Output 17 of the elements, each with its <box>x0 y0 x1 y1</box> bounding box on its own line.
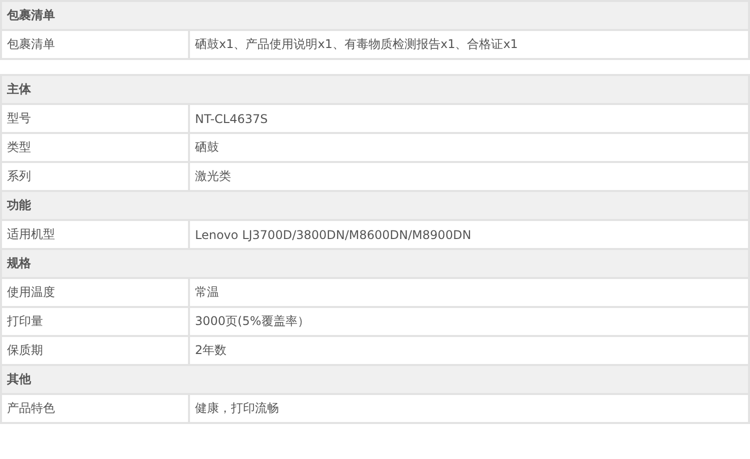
section-header: 其他 <box>1 365 749 394</box>
section-header: 功能 <box>1 191 749 220</box>
table-cell: 打印量 <box>1 307 189 336</box>
table-cell: 使用温度 <box>1 278 189 307</box>
table-cell: 硒鼓x1、产品使用说明x1、有毒物质检测报告x1、合格证x1 <box>189 30 749 59</box>
table-cell: 产品特色 <box>1 394 189 423</box>
table-cell: 硒鼓 <box>189 133 749 162</box>
table-cell: 类型 <box>1 133 189 162</box>
table-cell: 健康，打印流畅 <box>189 394 749 423</box>
section-header: 主体 <box>1 75 749 104</box>
table-cell: 常温 <box>189 278 749 307</box>
table-cell: 3000页(5%覆盖率） <box>189 307 749 336</box>
section-header: 包裹清单 <box>1 1 749 30</box>
table-cell: 包裹清单 <box>1 30 189 59</box>
table-cell: NT-CL4637S <box>189 104 749 133</box>
table-cell: 型号 <box>1 104 189 133</box>
section-header: 规格 <box>1 249 749 278</box>
